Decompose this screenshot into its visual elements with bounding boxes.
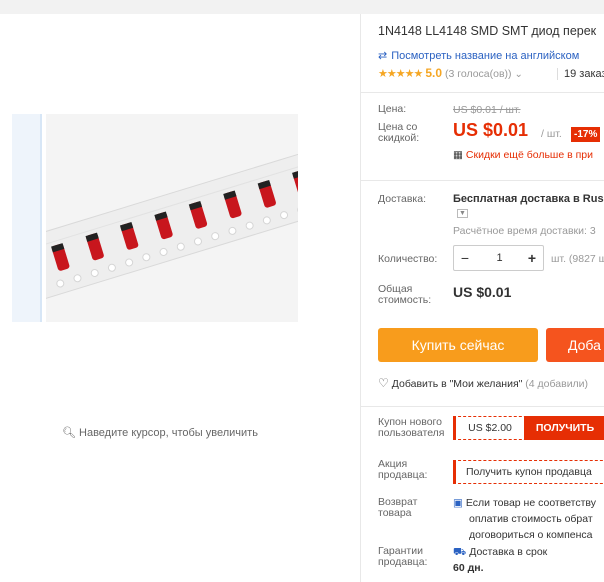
truck-icon: ⛟ <box>453 546 467 558</box>
zoom-hint: 🔍︎ Наведите курсор, чтобы увеличить <box>0 426 320 439</box>
new-user-coupon-label-line2: пользователя <box>378 427 445 439</box>
total-label: Общая стоимость: <box>378 284 431 306</box>
delivery-time: Расчётное время доставки: 3 <box>453 225 596 237</box>
wishlist-count: (4 добавили) <box>525 378 589 390</box>
sale-price: US $0.01 <box>453 120 529 140</box>
wishlist-text: Добавить в "Мои желания" <box>391 378 523 390</box>
divider <box>361 180 604 181</box>
get-seller-coupon-button[interactable]: Получить купон продавца <box>453 460 604 484</box>
seller-promo-label: Акция продавца: <box>378 459 427 481</box>
discount-price-label: Цена со скидкой: <box>378 122 419 144</box>
qr-code-icon: ▦ <box>453 149 463 161</box>
guarantee-label-line2: продавца: <box>378 556 428 568</box>
returns-info: ▣ Если товар не соответству оплатив стоим… <box>453 495 596 543</box>
thumbnail-strip[interactable] <box>12 114 42 322</box>
quantity-input[interactable]: 1 <box>476 246 523 270</box>
top-bar <box>0 0 604 14</box>
guarantee-line2: 60 дн. <box>453 562 484 574</box>
diode-tape-image <box>46 114 298 322</box>
chevron-down-icon[interactable]: ▼ <box>457 209 468 218</box>
heart-icon: ♡ <box>378 376 389 390</box>
discount-price-label-line2: скидкой: <box>378 132 420 144</box>
guarantee-line1: Доставка в срок <box>469 546 548 558</box>
old-price: US $0.01 / шт. <box>453 104 521 116</box>
seller-promo-label-line2: продавца: <box>378 469 428 481</box>
divider <box>361 406 604 407</box>
price-label: Цена: <box>378 103 407 115</box>
translate-icon: ⇄ <box>378 50 388 62</box>
returns-line1: Если товар не соответству <box>465 497 597 509</box>
add-to-cart-button[interactable]: Доба <box>546 328 604 362</box>
app-promo-text: Скидки ещё больше в при <box>465 149 593 161</box>
total-label-line2: стоимость: <box>378 294 432 306</box>
buy-now-button[interactable]: Купить сейчас <box>378 328 538 362</box>
votes-count: (3 голоса(ов)) <box>445 68 512 80</box>
translate-link-text: Посмотреть название на английском <box>391 50 580 62</box>
guarantee-info: ⛟ Доставка в срок 60 дн. <box>453 544 547 576</box>
new-user-coupon-label: Купон нового пользователя <box>378 417 445 439</box>
total-value: US $0.01 <box>453 284 512 300</box>
product-info-panel: 1N4148 LL4148 SMD SMT диод перек ⇄ Посмот… <box>361 14 604 582</box>
app-promo-link[interactable]: ▦ Скидки ещё больше в при <box>453 149 593 161</box>
returns-label: Возврат товара <box>378 497 417 519</box>
stock-count: шт. (9827 ш <box>551 253 604 265</box>
rating-value: 5.0 <box>425 66 442 80</box>
quantity-label: Количество: <box>378 253 438 265</box>
divider <box>361 92 604 93</box>
orders-count: 19 заказ <box>557 68 604 80</box>
quantity-decrease-button[interactable]: − <box>454 246 476 270</box>
guarantee-label: Гарантии продавца: <box>378 546 427 568</box>
product-image[interactable] <box>46 114 298 322</box>
price-unit: / шт. <box>541 128 562 140</box>
return-box-icon: ▣ <box>453 497 463 509</box>
chevron-down-icon: ⌄ <box>514 69 523 80</box>
coupon-amount: US $2.00 <box>468 422 512 434</box>
zoom-hint-text: Наведите курсор, чтобы увеличить <box>79 427 258 439</box>
stars-icon: ★★★★★ <box>378 68 423 80</box>
shipping-label: Доставка: <box>378 193 427 205</box>
quantity-stepper: − 1 + <box>453 245 544 271</box>
translate-link[interactable]: ⇄ Посмотреть название на английском <box>378 49 579 62</box>
shipping-value: Бесплатная доставка в Russ <box>453 193 604 205</box>
returns-line3: договориться о компенса <box>469 529 593 541</box>
wishlist-link[interactable]: ♡ Добавить в "Мои желания" (4 добавили) <box>378 376 588 390</box>
quantity-increase-button[interactable]: + <box>521 246 543 270</box>
rating[interactable]: ★★★★★ 5.0 (3 голоса(ов)) ⌄ <box>378 66 523 80</box>
get-coupon-button[interactable]: ПОЛУЧИТЬ <box>524 416 604 440</box>
product-title: 1N4148 LL4148 SMD SMT диод перек <box>378 24 597 38</box>
magnifier-icon: 🔍︎ <box>62 427 77 439</box>
discount-badge: -17% <box>571 127 601 142</box>
returns-line2: оплатив стоимость обрат <box>469 513 593 525</box>
returns-label-line2: товара <box>378 507 412 519</box>
new-user-coupon: US $2.00 ПОЛУЧИТЬ <box>453 416 604 440</box>
